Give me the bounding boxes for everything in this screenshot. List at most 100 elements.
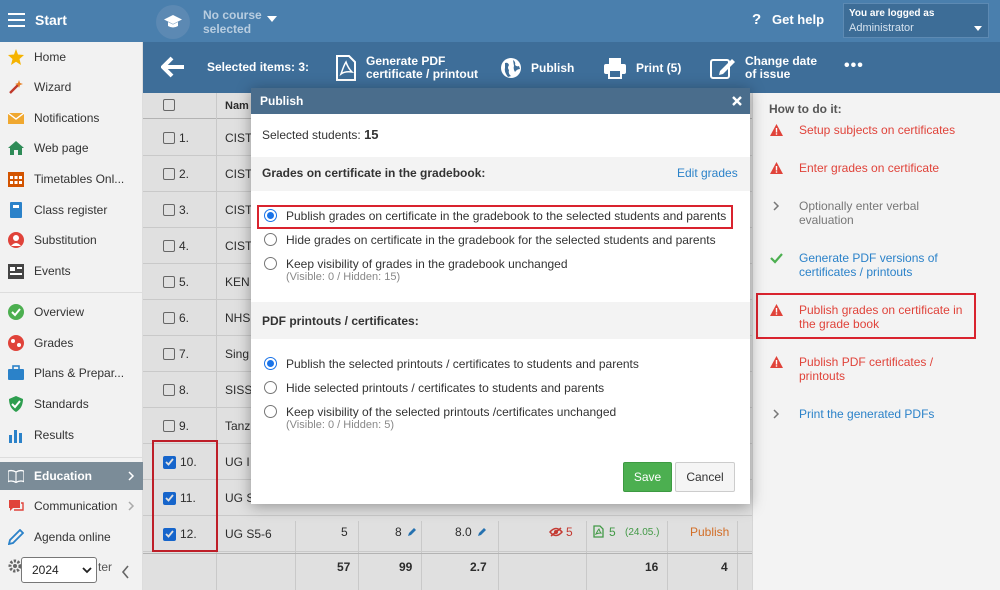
get-help-link[interactable]: Get help (772, 12, 824, 27)
how-to-title: How to do it: (769, 102, 842, 116)
generate-label-2: certificate / printout (366, 66, 479, 81)
how-to-step[interactable]: Setup subjects on certificates (770, 123, 969, 137)
change-label-2: of issue (745, 66, 791, 81)
sidebar-item-plans-prepar[interactable]: Plans & Prepar... (0, 360, 143, 386)
sidebar-item-label: Agenda online (34, 530, 111, 544)
sidebar-item-label: Communication (34, 499, 118, 513)
how-to-step[interactable]: Publish PDF certificates / printouts (770, 355, 969, 383)
open-book-icon (8, 468, 24, 484)
warning-icon (770, 356, 783, 368)
settings-label-fragment: ter (98, 560, 113, 574)
how-to-step[interactable]: Enter grades on certificate (770, 161, 969, 175)
print-label: Print (5) (636, 60, 682, 75)
option-visibility-count: (Visible: 0 / Hidden: 15) (286, 271, 401, 283)
dialog-title: Publish (260, 94, 304, 108)
option-label: Hide grades on certificate in the gradeb… (286, 233, 716, 247)
year-select[interactable]: 2024 (21, 557, 97, 583)
how-to-step-label: Setup subjects on certificates (799, 123, 956, 137)
how-to-step-label: Print the generated PDFs (799, 407, 935, 421)
selected-students: Selected students: 15 (262, 127, 379, 142)
start-label[interactable]: Start (35, 12, 67, 28)
sidebar-item-label: Grades (34, 336, 74, 350)
sidebar-item-home[interactable]: Home (0, 44, 143, 70)
user-chevron-icon (974, 26, 982, 31)
radio-button[interactable] (264, 257, 277, 270)
chat-icon (8, 498, 24, 514)
publish-grades-option-highlight (257, 205, 733, 229)
selected-students-label: Selected students: (262, 128, 361, 142)
sidebar-item-label: Home (34, 50, 67, 64)
pdf-visibility-option[interactable]: Publish the selected printouts / certifi… (264, 357, 639, 371)
how-to-step-label: Publish PDF certificates / printouts (799, 355, 934, 383)
generate-pdf-button[interactable]: Generate PDF certificate / printout (335, 42, 478, 93)
sidebar-item-communication[interactable]: Communication (0, 493, 143, 519)
sidebar-item-label: Results (34, 428, 75, 442)
sidebar-item-results[interactable]: Results (0, 422, 143, 448)
how-to-step[interactable]: Print the generated PDFs (770, 407, 969, 421)
change-date-button[interactable]: Change date of issue (710, 42, 817, 93)
close-icon[interactable] (732, 96, 742, 106)
pdf-heading: PDF printouts / certificates: (262, 314, 419, 328)
pdf-visibility-option[interactable]: Keep visibility of the selected printout… (264, 405, 616, 431)
sidebar-item-label: Notifications (34, 111, 100, 125)
chevron-right-icon (128, 471, 135, 481)
selected-students-count: 15 (364, 127, 379, 142)
sidebar-item-timetables-onl[interactable]: Timetables Onl... (0, 166, 143, 192)
sidebar-item-overview[interactable]: Overview (0, 299, 143, 325)
pdf-visibility-option[interactable]: Hide selected printouts / certificates t… (264, 381, 604, 395)
action-bar: Selected items: 3: Generate PDF certifica… (143, 42, 1000, 93)
star-icon (8, 49, 24, 65)
sidebar-item-standards[interactable]: Standards (0, 391, 143, 417)
radio-button[interactable] (264, 357, 277, 370)
print-button[interactable]: Print (5) (603, 42, 681, 93)
menu-icon[interactable] (8, 13, 25, 27)
publish-button[interactable]: Publish (500, 42, 574, 93)
cancel-button[interactable]: Cancel (675, 462, 735, 492)
user-menu[interactable]: You are logged as Administrator (843, 3, 989, 38)
publish-grades-highlight (756, 293, 976, 339)
edit-icon (710, 58, 735, 79)
radio-button[interactable] (264, 233, 277, 246)
grades-visibility-option[interactable]: Keep visibility of grades in the gradebo… (264, 257, 568, 283)
chevron-down-icon[interactable] (267, 16, 277, 22)
course-selector[interactable]: No course selected (203, 8, 273, 36)
sidebar-item-label: Timetables Onl... (34, 172, 125, 186)
save-button[interactable]: Save (623, 462, 672, 492)
printer-icon (604, 57, 626, 79)
sidebar-item-agenda-online[interactable]: Agenda online (0, 524, 143, 550)
sidebar-item-grades[interactable]: Grades (0, 330, 143, 356)
check-icon (770, 253, 783, 264)
sidebar-item-education[interactable]: Education (0, 462, 143, 490)
radio-button[interactable] (264, 405, 277, 418)
sidebar-item-label: Education (34, 469, 93, 483)
option-visibility-count: (Visible: 0 / Hidden: 5) (286, 419, 395, 431)
option-label: Hide selected printouts / certificates t… (286, 381, 605, 395)
edit-grades-link[interactable]: Edit grades (677, 166, 738, 180)
more-options-icon[interactable]: ••• (844, 57, 864, 75)
back-arrow-icon[interactable] (161, 56, 185, 78)
sidebar-item-class-register[interactable]: Class register (0, 197, 143, 223)
sidebar-item-notifications[interactable]: Notifications (0, 105, 143, 131)
sidebar-item-web-page[interactable]: Web page (0, 135, 143, 161)
top-bar: Start No course selected ? Get help You … (0, 0, 1000, 42)
radio-button[interactable] (264, 381, 277, 394)
how-to-step-label: Generate PDF versions of certificates / … (799, 251, 938, 279)
help-icon[interactable]: ? (752, 11, 761, 28)
course-avatar-icon[interactable] (156, 5, 190, 39)
grades-visibility-option[interactable]: Hide grades on certificate in the gradeb… (264, 233, 716, 247)
user-name: Administrator (849, 22, 914, 34)
year-value: 2024 (32, 563, 59, 577)
sidebar-item-events[interactable]: Events (0, 258, 143, 284)
grades-heading: Grades on certificate in the gradebook: (262, 166, 486, 180)
person-icon (8, 232, 24, 248)
how-to-panel: How to do it: Setup subjects on certific… (752, 93, 1000, 590)
how-to-step: Optionally enter verbal evaluation (770, 199, 969, 227)
gear-icon[interactable] (8, 559, 22, 573)
sidebar: Home Wizard Notifications Web page Timetable… (0, 42, 143, 590)
sidebar-item-label: Plans & Prepar... (34, 366, 125, 380)
logged-as-label: You are logged as (849, 8, 935, 19)
how-to-step[interactable]: Generate PDF versions of certificates / … (770, 251, 969, 279)
sidebar-item-substitution[interactable]: Substitution (0, 227, 143, 253)
collapse-sidebar-icon[interactable] (121, 565, 130, 579)
sidebar-item-wizard[interactable]: Wizard (0, 74, 143, 100)
